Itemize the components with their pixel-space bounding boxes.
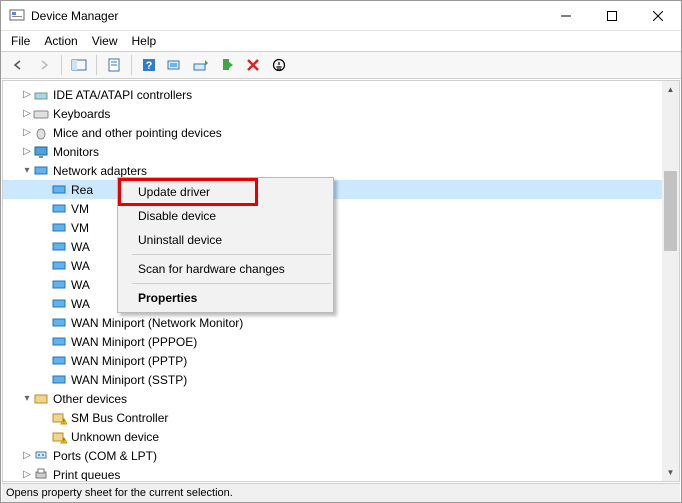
chevron-right-icon[interactable]: ▷ [21,89,33,100]
menu-help[interactable]: Help [132,34,157,48]
cm-separator [132,283,331,284]
tree-node-keyboards[interactable]: ▷Keyboards [3,104,679,123]
titlebar: Device Manager [1,1,681,31]
tree-node-adapter-wa3[interactable]: WA [3,275,679,294]
adapter-icon [51,372,67,388]
scroll-thumb[interactable] [664,171,677,251]
uninstall-button[interactable] [242,54,264,76]
network-icon [33,163,49,179]
menu-file[interactable]: File [11,34,30,48]
tree-node-adapter-wanmon[interactable]: WAN Miniport (Network Monitor) [3,313,679,332]
help-button[interactable]: ? [138,54,160,76]
cm-separator [132,254,331,255]
device-tree[interactable]: ▷IDE ATA/ATAPI controllers ▷Keyboards ▷M… [3,81,679,482]
properties-button[interactable] [103,54,125,76]
printer-icon [33,467,49,483]
scroll-down-arrow[interactable]: ▼ [662,464,679,481]
status-text: Opens property sheet for the current sel… [6,487,233,499]
mouse-icon [33,125,49,141]
tree-node-printq[interactable]: ▷Print queues [3,465,679,482]
cm-update-driver[interactable]: Update driver [120,180,331,204]
tree-node-adapter-wanpptp[interactable]: WAN Miniport (PPTP) [3,351,679,370]
port-icon [33,448,49,464]
chevron-down-icon[interactable]: ▾ [21,393,33,404]
adapter-icon [51,201,67,217]
forward-button[interactable] [33,54,55,76]
adapter-icon [51,277,67,293]
scroll-up-arrow[interactable]: ▲ [662,81,679,98]
close-button[interactable] [635,1,681,30]
adapter-icon [51,239,67,255]
update-driver-button[interactable] [190,54,212,76]
window-title: Device Manager [31,9,543,23]
tree-node-ports[interactable]: ▷Ports (COM & LPT) [3,446,679,465]
vertical-scrollbar[interactable]: ▲ ▼ [662,81,679,481]
tree-node-adapter-wa2[interactable]: WA [3,256,679,275]
adapter-icon [51,296,67,312]
tree-node-adapter-wansstp[interactable]: WAN Miniport (SSTP) [3,370,679,389]
tree-node-smbus[interactable]: !SM Bus Controller [3,408,679,427]
warning-icon: ! [51,410,67,426]
app-icon [9,8,25,24]
maximize-button[interactable] [589,1,635,30]
adapter-icon [51,220,67,236]
warning-icon: ! [51,429,67,445]
other-icon [33,391,49,407]
menu-action[interactable]: Action [44,34,77,48]
monitor-icon [33,144,49,160]
cm-disable-device[interactable]: Disable device [120,204,331,228]
tree-node-other-devices[interactable]: ▾Other devices [3,389,679,408]
cm-properties[interactable]: Properties [120,286,331,310]
tree-node-adapter-wanpppoe[interactable]: WAN Miniport (PPPOE) [3,332,679,351]
adapter-icon [51,258,67,274]
svg-text:?: ? [146,60,153,72]
chevron-right-icon[interactable]: ▷ [21,108,33,119]
adapter-icon [51,182,67,198]
enable-button[interactable] [216,54,238,76]
show-hide-tree-button[interactable] [68,54,90,76]
scan-button[interactable] [164,54,186,76]
adapter-icon [51,353,67,369]
context-menu: Update driver Disable device Uninstall d… [117,177,334,313]
toolbar: ? [1,51,681,79]
chevron-right-icon[interactable]: ▷ [21,469,33,480]
tree-node-network-adapters[interactable]: ▾Network adapters [3,161,679,180]
tree-node-mice[interactable]: ▷Mice and other pointing devices [3,123,679,142]
tree-node-adapter-vm1[interactable]: VM [3,199,679,218]
keyboard-icon [33,106,49,122]
tree-node-adapter-rea[interactable]: Rea [3,180,679,199]
menubar: File Action View Help [1,31,681,51]
tree-node-ide[interactable]: ▷IDE ATA/ATAPI controllers [3,85,679,104]
disable-button[interactable] [268,54,290,76]
chevron-right-icon[interactable]: ▷ [21,450,33,461]
adapter-icon [51,315,67,331]
statusbar: Opens property sheet for the current sel… [2,483,680,502]
tree-node-adapter-wa1[interactable]: WA [3,237,679,256]
menu-view[interactable]: View [92,34,118,48]
cm-uninstall-device[interactable]: Uninstall device [120,228,331,252]
ide-icon [33,87,49,103]
adapter-icon [51,334,67,350]
cm-scan-hw[interactable]: Scan for hardware changes [120,257,331,281]
tree-node-adapter-vm2[interactable]: VM [3,218,679,237]
chevron-right-icon[interactable]: ▷ [21,146,33,157]
tree-node-adapter-wa4[interactable]: WA [3,294,679,313]
chevron-down-icon[interactable]: ▾ [21,165,33,176]
chevron-right-icon[interactable]: ▷ [21,127,33,138]
minimize-button[interactable] [543,1,589,30]
back-button[interactable] [7,54,29,76]
tree-node-unknown[interactable]: !Unknown device [3,427,679,446]
tree-node-monitors[interactable]: ▷Monitors [3,142,679,161]
device-tree-panel: ▷IDE ATA/ATAPI controllers ▷Keyboards ▷M… [2,80,680,482]
